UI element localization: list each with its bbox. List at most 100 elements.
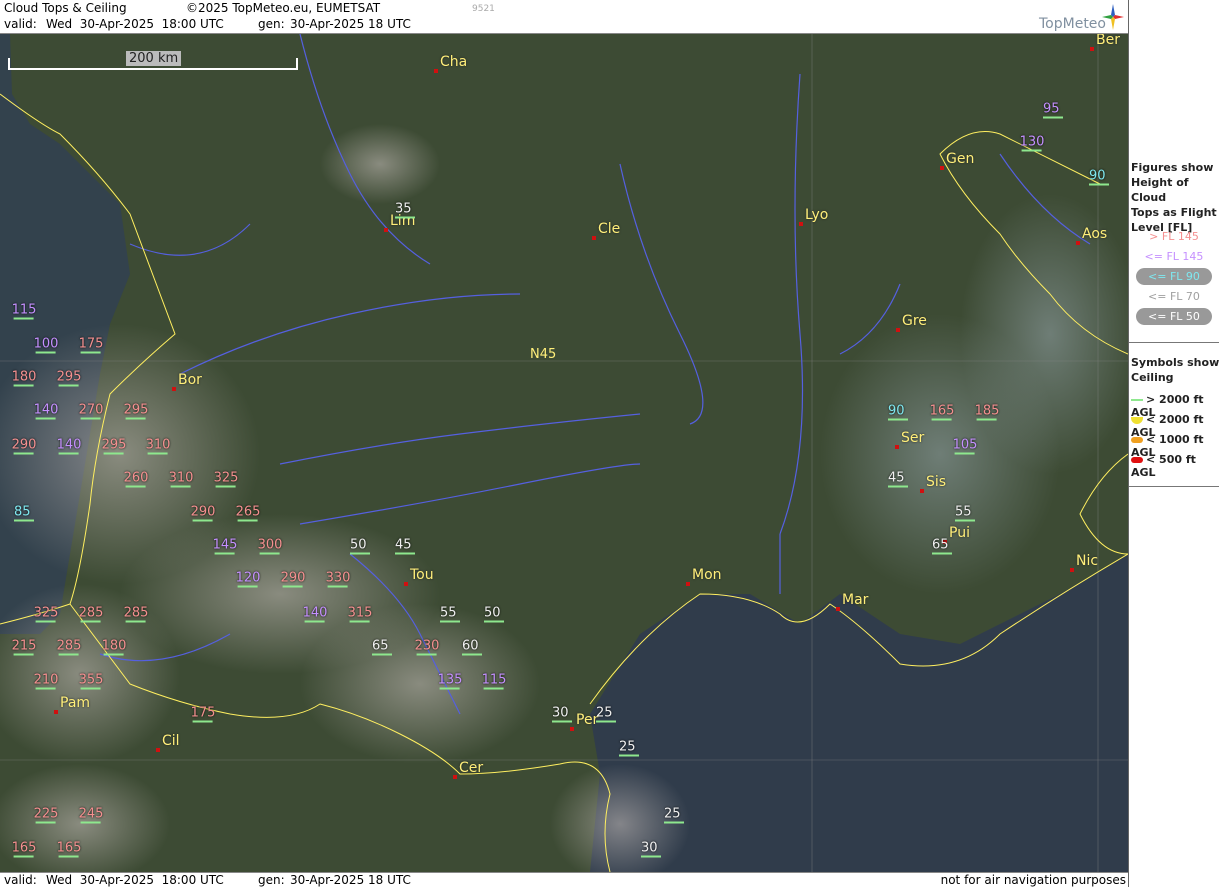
ceiling-line-icon xyxy=(282,585,303,588)
cloud-top-value: 140 xyxy=(33,402,59,418)
cloud-top-label: 25 xyxy=(596,706,616,723)
cloud-top-value: 285 xyxy=(123,605,149,621)
ceiling-line-icon xyxy=(237,585,258,588)
ceiling-line-icon xyxy=(552,720,572,723)
city-dot-icon xyxy=(434,69,438,73)
ceiling-line-icon xyxy=(35,620,56,623)
cloud-top-label: 60 xyxy=(462,639,482,656)
ceiling-line-icon xyxy=(125,620,146,623)
cloud-top-value: 60 xyxy=(462,638,479,654)
city-label: Sis xyxy=(926,474,947,490)
cloud-top-value: 180 xyxy=(11,369,37,385)
cloud-top-label: 175 xyxy=(191,706,215,723)
ceiling-line-icon xyxy=(80,417,101,420)
cloud-top-value: 295 xyxy=(101,437,127,453)
city-label: Ser xyxy=(901,430,925,446)
city-dot-icon xyxy=(940,166,944,170)
line-symbol-icon xyxy=(1131,399,1143,401)
footer-gen-time: 30-Apr-2025 18 UTC xyxy=(290,873,411,887)
ceiling-line-icon xyxy=(954,452,975,455)
cloud-top-value: 115 xyxy=(481,672,507,688)
cloud-top-value: 215 xyxy=(11,638,37,654)
cloud-top-value: 260 xyxy=(123,470,149,486)
ceiling-line-icon xyxy=(58,452,79,455)
city-label: Cle xyxy=(598,221,621,237)
cloud-top-label: 90 xyxy=(1089,169,1109,186)
cloud-top-value: 285 xyxy=(56,638,82,654)
cloud-top-label: 55 xyxy=(955,505,975,522)
cloud-top-value: 30 xyxy=(641,840,658,856)
cloud-top-label: 265 xyxy=(236,505,260,522)
ceiling-line-icon xyxy=(214,552,235,555)
ceiling-line-icon xyxy=(619,754,639,757)
cloud-top-value: 245 xyxy=(78,806,104,822)
cloud-top-value: 295 xyxy=(123,402,149,418)
ceiling-line-icon xyxy=(125,417,146,420)
cloud-top-value: 55 xyxy=(955,504,972,520)
ceiling-line-icon xyxy=(350,552,370,555)
cloud-top-value: 50 xyxy=(350,537,367,553)
city-dot-icon xyxy=(686,582,690,586)
city-dot-icon xyxy=(453,775,457,779)
ceiling-line-icon xyxy=(462,653,482,656)
city-label: Gre xyxy=(902,313,927,329)
city-dot-icon xyxy=(1076,241,1080,245)
cloud-top-value: 50 xyxy=(484,605,501,621)
cloud-top-label: 45 xyxy=(888,471,908,488)
cloud-top-value: 290 xyxy=(11,437,37,453)
scale-label: 200 km xyxy=(126,51,182,66)
symbols-legend-title: Symbols show Ceiling xyxy=(1131,355,1219,385)
ceiling-line-icon xyxy=(237,519,258,522)
city-dot-icon xyxy=(592,236,596,240)
map-title: Cloud Tops & Ceiling xyxy=(4,1,127,15)
ceiling-line-icon xyxy=(1043,116,1063,119)
city-label: Nic xyxy=(1076,553,1099,569)
cloud-top-value: 95 xyxy=(1043,101,1060,117)
valid-label: valid: xyxy=(4,17,37,31)
city-label: Per xyxy=(576,712,599,728)
cloud-top-value: 330 xyxy=(325,570,351,586)
cloud-top-label: 165 xyxy=(929,403,955,421)
city-label: Lyo xyxy=(805,207,829,223)
ceiling-line-icon xyxy=(664,821,684,824)
ceiling-line-icon xyxy=(80,687,101,690)
ceiling-line-icon xyxy=(976,418,997,421)
cloud-top-label: 180 xyxy=(102,639,126,656)
ceiling-line-icon xyxy=(372,653,392,656)
ceiling-line-icon xyxy=(35,687,56,690)
cloud-top-value: 270 xyxy=(78,402,104,418)
cloud-top-label: 285 xyxy=(56,638,82,656)
ceiling-line-icon xyxy=(147,452,168,455)
cloud-top-label: 325 xyxy=(34,606,58,623)
cloud-top-label: 50 xyxy=(350,538,370,555)
ceiling-line-icon xyxy=(596,720,616,723)
legend-divider xyxy=(1129,342,1219,343)
cloud-top-label: 30 xyxy=(641,841,661,858)
satellite-map[interactable]: 200 km N45 Cha Lim Cle Lyo Gen Ber Aos Gre Bor Se… xyxy=(0,34,1128,872)
city-dot-icon xyxy=(404,582,408,586)
cloud-top-label: 45 xyxy=(395,538,415,555)
legend-le-fl90: <= FL 90 xyxy=(1129,268,1219,285)
cloud-top-label: 300 xyxy=(258,538,282,555)
cloud-top-label: 180 xyxy=(11,369,37,387)
cloud-top-label: 25 xyxy=(664,807,684,824)
cloud-top-label: 295 xyxy=(101,437,127,455)
cloud-top-value: 65 xyxy=(932,537,949,553)
cloud-top-value: 310 xyxy=(168,470,194,486)
cloud-top-label: 115 xyxy=(481,672,507,690)
ceiling-line-icon xyxy=(349,620,370,623)
ceiling-line-icon xyxy=(416,653,437,656)
ceiling-line-icon xyxy=(35,417,56,420)
gen-time: 30-Apr-2025 18 UTC xyxy=(290,17,411,31)
legend-title-line: Figures show xyxy=(1131,161,1214,174)
legend-title-line: Tops as Flight xyxy=(1131,206,1217,219)
ceiling-line-icon xyxy=(304,620,325,623)
ceiling-line-icon xyxy=(14,519,34,522)
cloud-top-label: 330 xyxy=(325,570,351,588)
cloud-top-value: 145 xyxy=(212,537,238,553)
ceiling-line-icon xyxy=(13,317,34,320)
ceiling-line-icon xyxy=(440,620,460,623)
cloud-top-value: 165 xyxy=(56,840,82,856)
cloud-top-value: 165 xyxy=(929,403,955,419)
city-dot-icon xyxy=(920,489,924,493)
